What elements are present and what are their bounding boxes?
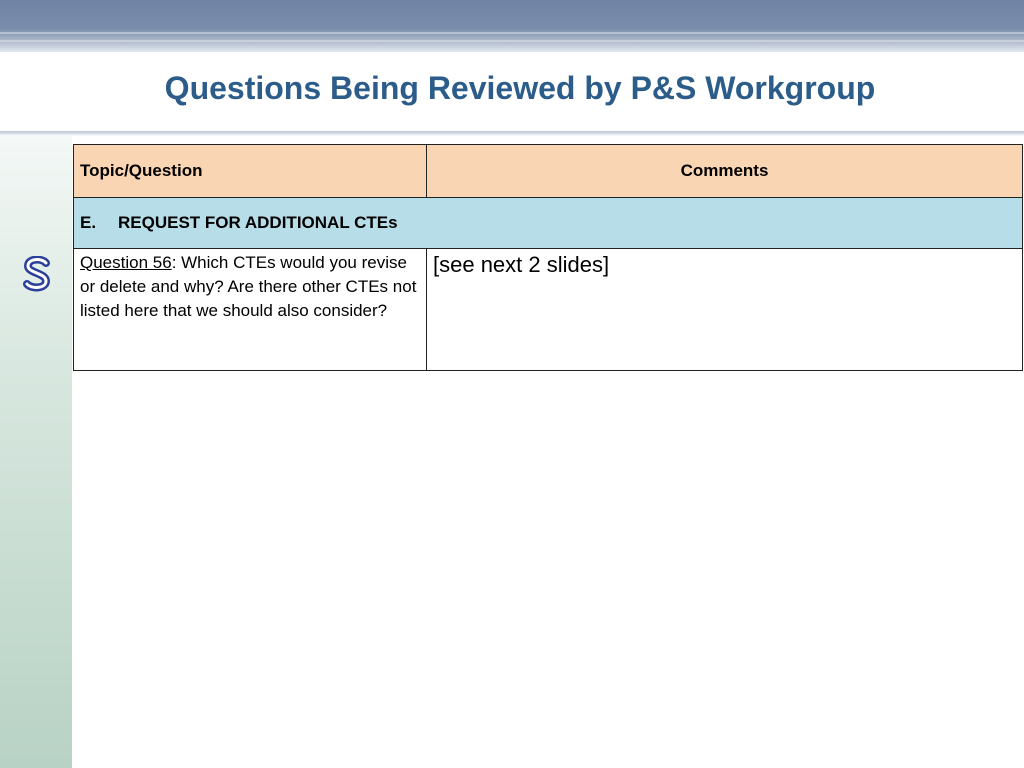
table-row: Question 56: Which CTEs would you revise… [73,248,1023,371]
comment-cell: [see next 2 slides] [426,248,1023,371]
section-heading: E. REQUEST FOR ADDITIONAL CTEs [73,197,1023,249]
section-letter: E. [80,213,97,232]
questions-table: Topic/Question Comments E. REQUEST FOR AD… [73,144,1023,371]
question-number-label: Question 56 [80,253,172,272]
title-divider [0,131,1024,136]
banner-stripe [0,40,1024,42]
s-logo-icon [23,256,51,292]
table-header-row: Topic/Question Comments [73,144,1023,198]
header-comments: Comments [426,144,1023,198]
top-banner [0,0,1024,52]
left-sidebar-decoration [0,136,72,768]
header-topic-question: Topic/Question [73,144,427,198]
slide-title: Questions Being Reviewed by P&S Workgrou… [164,70,876,106]
section-row: E. REQUEST FOR ADDITIONAL CTEs [73,197,1023,249]
section-label: REQUEST FOR ADDITIONAL CTEs [118,213,398,232]
banner-stripe [0,32,1024,34]
question-cell: Question 56: Which CTEs would you revise… [73,248,427,371]
